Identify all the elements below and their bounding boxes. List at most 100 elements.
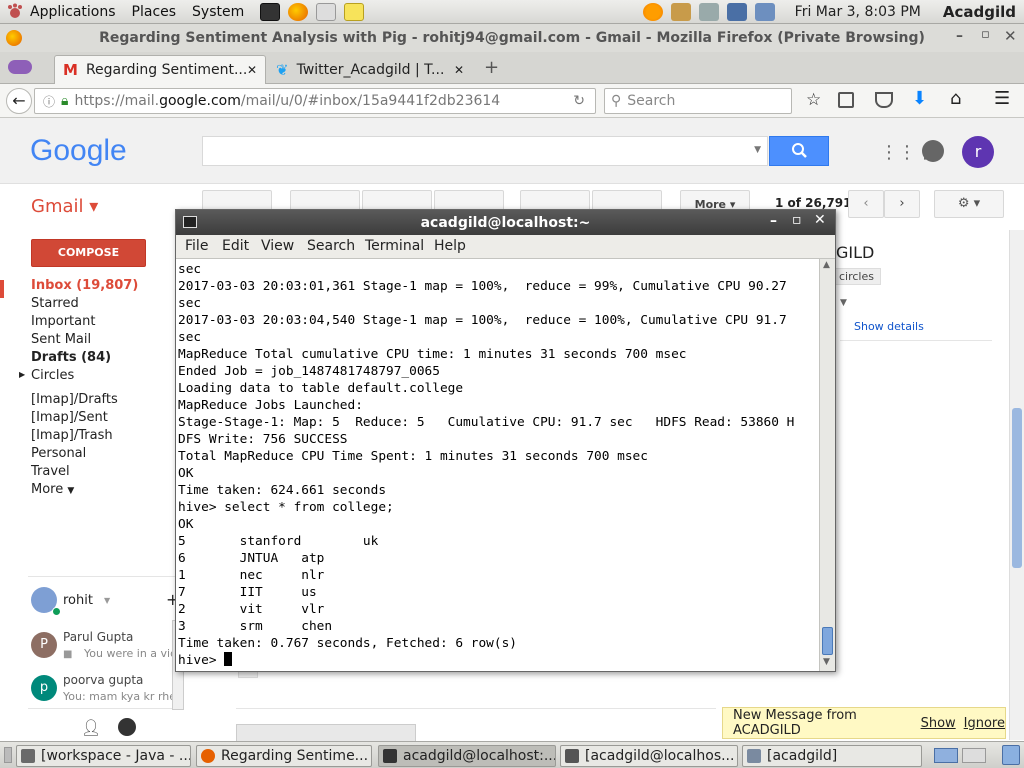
terminal-launcher-icon[interactable]: [260, 2, 281, 21]
terminal-maximize-button[interactable]: ▫: [792, 212, 802, 228]
menu-terminal[interactable]: Terminal: [365, 238, 424, 254]
show-link[interactable]: Show: [921, 716, 956, 731]
bookmark-star-icon[interactable]: ☆: [806, 90, 821, 110]
avatar[interactable]: r: [962, 136, 994, 168]
mail-launcher-icon[interactable]: [316, 2, 337, 21]
tab-close-icon[interactable]: ✕: [247, 63, 257, 77]
gnome-foot-icon[interactable]: [6, 3, 24, 21]
circles-expand-icon[interactable]: ▶: [19, 370, 25, 379]
clock[interactable]: Fri Mar 3, 8:03 PM: [795, 4, 921, 20]
nav-inbox[interactable]: Inbox (19,807): [31, 278, 138, 293]
downloads-icon[interactable]: ⬇: [912, 88, 927, 109]
contact-avatar[interactable]: P: [31, 632, 57, 658]
new-tab-button[interactable]: +: [484, 57, 499, 78]
volume-icon[interactable]: [698, 2, 719, 21]
menu-search[interactable]: Search: [307, 238, 355, 254]
contact-avatar[interactable]: p: [31, 675, 57, 701]
nav-personal[interactable]: Personal: [31, 446, 86, 461]
circles-badge[interactable]: circles: [832, 268, 881, 285]
url-bar[interactable]: ⓘ 🔒︎ https://mail. google.com/mail/u/0/#i…: [34, 88, 596, 114]
places-menu[interactable]: Places: [132, 4, 177, 20]
settings-button[interactable]: ⚙ ▾: [934, 190, 1004, 218]
nav-drafts[interactable]: Drafts (84): [31, 350, 111, 365]
details-dropdown-icon[interactable]: ▼: [840, 298, 847, 308]
home-icon[interactable]: ⌂: [950, 88, 961, 109]
terminal-scrollbar-thumb[interactable]: [822, 627, 833, 655]
newer-button[interactable]: ‹: [848, 190, 884, 218]
trash-icon[interactable]: [1002, 745, 1020, 765]
notes-launcher-icon[interactable]: [344, 2, 365, 21]
terminal-title-bar[interactable]: acadgild@localhost:~ – ▫ ✕: [176, 210, 835, 235]
gmail-search-button[interactable]: [769, 136, 829, 166]
minimize-button[interactable]: –: [956, 28, 963, 44]
back-button[interactable]: ←: [6, 88, 32, 114]
system-menu[interactable]: System: [192, 4, 244, 20]
terminal-minimize-button[interactable]: –: [770, 213, 777, 229]
taskbar-item-firefox[interactable]: Regarding Sentime...: [196, 745, 372, 767]
page-scrollbar[interactable]: [1009, 230, 1024, 740]
gmail-app-label[interactable]: Gmail ▾: [31, 196, 98, 217]
tab-close-icon[interactable]: ✕: [454, 63, 464, 77]
contact-name[interactable]: poorva gupta: [63, 673, 143, 687]
taskbar-item-terminal[interactable]: acadgild@localhost:...: [378, 745, 556, 767]
lock-icon[interactable]: 🔒︎: [61, 93, 68, 109]
taskbar-item-terminal-2[interactable]: [acadgild@localhos...: [560, 745, 738, 767]
gmail-search-input[interactable]: ▼: [202, 136, 768, 166]
nav-imap-drafts[interactable]: [Imap]/Drafts: [31, 392, 118, 407]
pocket-icon[interactable]: [875, 92, 893, 108]
notifications-bell-icon[interactable]: [922, 140, 944, 162]
compose-button[interactable]: COMPOSE: [31, 239, 146, 267]
google-logo[interactable]: Google: [30, 134, 127, 168]
search-bar[interactable]: ⚲ Search: [604, 88, 792, 114]
reload-icon[interactable]: ↻: [573, 93, 585, 109]
network-icon[interactable]: [726, 2, 747, 21]
ignore-link[interactable]: Ignore: [964, 716, 1005, 731]
status-dropdown-icon[interactable]: ▼: [104, 596, 110, 605]
info-icon[interactable]: ⓘ: [43, 93, 55, 110]
reading-list-icon[interactable]: [838, 92, 854, 108]
nav-imap-sent[interactable]: [Imap]/Sent: [31, 410, 108, 425]
attachment-thumbnail[interactable]: [236, 724, 416, 742]
scroll-up-arrow-icon[interactable]: ▲: [823, 260, 830, 270]
terminal-window[interactable]: acadgild@localhost:~ – ▫ ✕ File Edit Vie…: [175, 209, 836, 672]
contact-name[interactable]: Parul Gupta: [63, 630, 133, 644]
hangouts-user-name[interactable]: rohit: [63, 593, 93, 608]
scroll-down-arrow-icon[interactable]: ▼: [823, 657, 830, 667]
contacts-person-icon[interactable]: 👤︎: [81, 718, 101, 737]
page-scrollbar-thumb[interactable]: [1012, 408, 1022, 568]
nav-sent-mail[interactable]: Sent Mail: [31, 332, 91, 347]
maximize-button[interactable]: ▫: [981, 27, 990, 42]
user-name[interactable]: Acadgild: [943, 3, 1016, 21]
tab-twitter[interactable]: ❦ Twitter_Acadgild | T... ✕: [268, 55, 474, 84]
hamburger-menu-icon[interactable]: ☰: [994, 88, 1010, 109]
applications-menu[interactable]: Applications: [30, 4, 116, 20]
show-details-link[interactable]: Show details: [854, 320, 924, 333]
hangouts-quote-icon[interactable]: [118, 718, 136, 736]
nav-travel[interactable]: Travel: [31, 464, 70, 479]
taskbar-item-file-manager[interactable]: [acadgild]: [742, 745, 922, 767]
menu-file[interactable]: File: [185, 238, 208, 254]
nav-starred[interactable]: Starred: [31, 296, 79, 311]
menu-view[interactable]: View: [261, 238, 294, 254]
nav-imap-trash[interactable]: [Imap]/Trash: [31, 428, 113, 443]
show-desktop-button[interactable]: [4, 747, 12, 763]
close-window-button[interactable]: ✕: [1004, 27, 1017, 45]
workspace-1[interactable]: [934, 748, 958, 763]
terminal-prompt-line[interactable]: hive>: [178, 652, 819, 669]
terminal-output[interactable]: sec 2017-03-03 20:03:01,361 Stage-1 map …: [176, 259, 819, 671]
nav-circles[interactable]: Circles: [31, 368, 74, 383]
clipboard-icon[interactable]: [754, 2, 775, 21]
weather-sun-icon[interactable]: [642, 2, 663, 21]
package-updates-icon[interactable]: [670, 2, 691, 21]
older-button[interactable]: ›: [884, 190, 920, 218]
menu-help[interactable]: Help: [434, 238, 466, 254]
nav-important[interactable]: Important: [31, 314, 95, 329]
terminal-close-button[interactable]: ✕: [814, 212, 826, 228]
firefox-launcher-icon[interactable]: [288, 2, 309, 21]
workspace-2[interactable]: [962, 748, 986, 763]
tab-gmail[interactable]: M Regarding Sentiment... ✕: [54, 55, 266, 84]
menu-edit[interactable]: Edit: [222, 238, 249, 254]
taskbar-item-workspace[interactable]: [workspace - Java - ...: [16, 745, 191, 767]
terminal-scrollbar[interactable]: ▲ ▼: [819, 259, 835, 671]
nav-more[interactable]: More ▼: [31, 482, 74, 497]
